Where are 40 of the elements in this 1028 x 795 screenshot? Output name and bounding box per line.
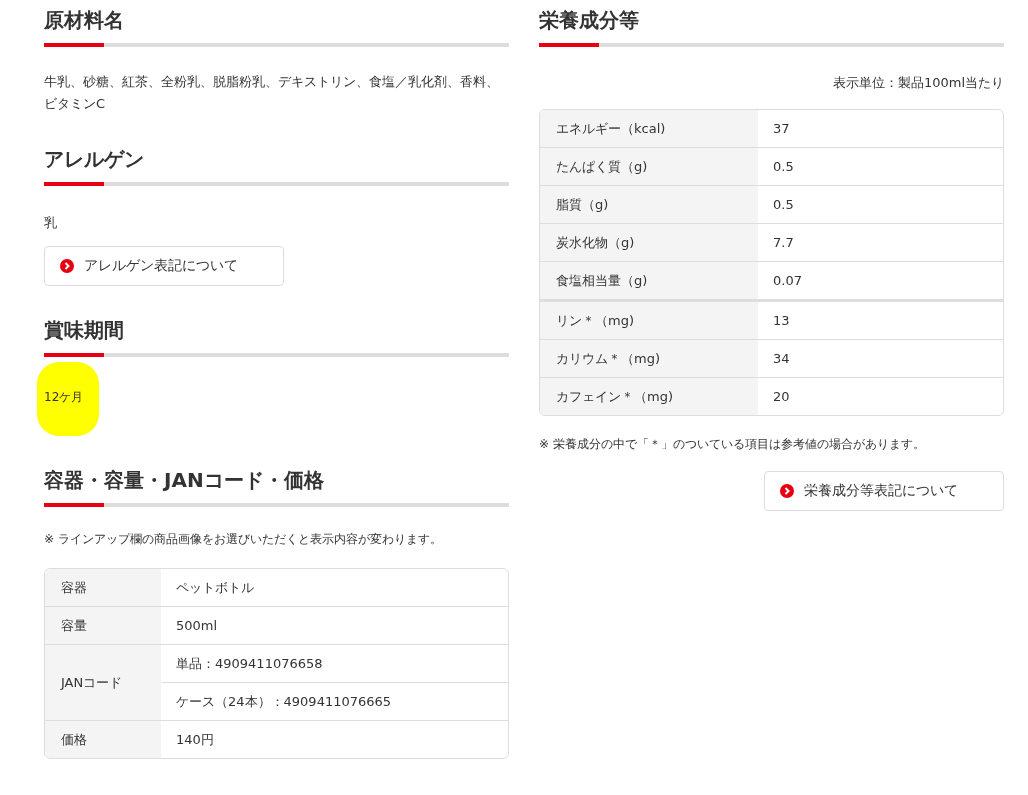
table-header-cell: カフェイン＊（mg) bbox=[540, 378, 758, 415]
table-cell-text: 7.7 bbox=[772, 234, 795, 252]
table-cell-text: 500ml bbox=[175, 617, 219, 635]
section-heading: 容器・容量・JANコード・価格 bbox=[44, 467, 325, 494]
shelf-life-text: 12ケ月 bbox=[44, 389, 84, 406]
note-text: ※ ラインアップ欄の商品画像をお選びいただくと表示内容が変わります。 bbox=[44, 531, 443, 548]
table-header-cell: 容器 bbox=[45, 569, 161, 606]
table-header-cell: たんぱく質（g) bbox=[540, 148, 758, 185]
table-cell-text: ペットボトル bbox=[175, 578, 255, 597]
chevron-circle-icon bbox=[780, 484, 794, 498]
table-header-cell: 脂質（g) bbox=[540, 186, 758, 223]
note-text: ※ 栄養成分の中で「＊」のついている項目は参考値の場合があります。 bbox=[539, 436, 926, 453]
table-cell-text: 140円 bbox=[175, 730, 215, 749]
table-cell-text: 0.07 bbox=[772, 272, 803, 290]
table-header-cell: リン＊（mg) bbox=[540, 302, 758, 339]
table-cell-text: 0.5 bbox=[772, 158, 795, 176]
table-header-cell: エネルギー（kcal) bbox=[540, 110, 758, 147]
table-cell-text: 37 bbox=[772, 120, 791, 138]
table-cell-text: 20 bbox=[772, 388, 791, 406]
nutrition-info-link[interactable]: 栄養成分等表記について bbox=[764, 471, 1004, 511]
table-header-cell: 容量 bbox=[45, 607, 161, 644]
table-header-cell: 食塩相当量（g) bbox=[540, 262, 758, 299]
allergen-text: 乳 bbox=[44, 214, 58, 232]
table-header-cell: 価格 bbox=[45, 721, 161, 758]
table-header-cell: 炭水化物（g) bbox=[540, 224, 758, 261]
section-heading: 栄養成分等 bbox=[539, 7, 640, 34]
section-heading: 原材料名 bbox=[44, 7, 125, 34]
allergen-info-link[interactable]: アレルゲン表記について bbox=[44, 246, 284, 286]
table-header-cell: JANコード bbox=[45, 645, 161, 720]
chevron-circle-icon bbox=[60, 259, 74, 273]
table-cell-text: 単品：4909411076658 bbox=[175, 654, 324, 673]
table-cell-text: 0.5 bbox=[772, 196, 795, 214]
ingredients-text: 牛乳、砂糖、紅茶、全粉乳、脱脂粉乳、デキストリン、食塩／乳化剤、香料、ビタミンC bbox=[44, 73, 500, 113]
table-cell: ケース（24本）：4909411076665 bbox=[161, 682, 508, 720]
unit-text: 表示単位：製品100ml当たり bbox=[831, 74, 1004, 92]
table-header-cell: カリウム＊（mg) bbox=[540, 340, 758, 377]
section-heading: アレルゲン bbox=[44, 146, 145, 173]
section-heading: 賞味期間 bbox=[44, 317, 125, 344]
table-cell-text: 34 bbox=[772, 350, 791, 368]
table-cell-text: 13 bbox=[772, 312, 791, 330]
